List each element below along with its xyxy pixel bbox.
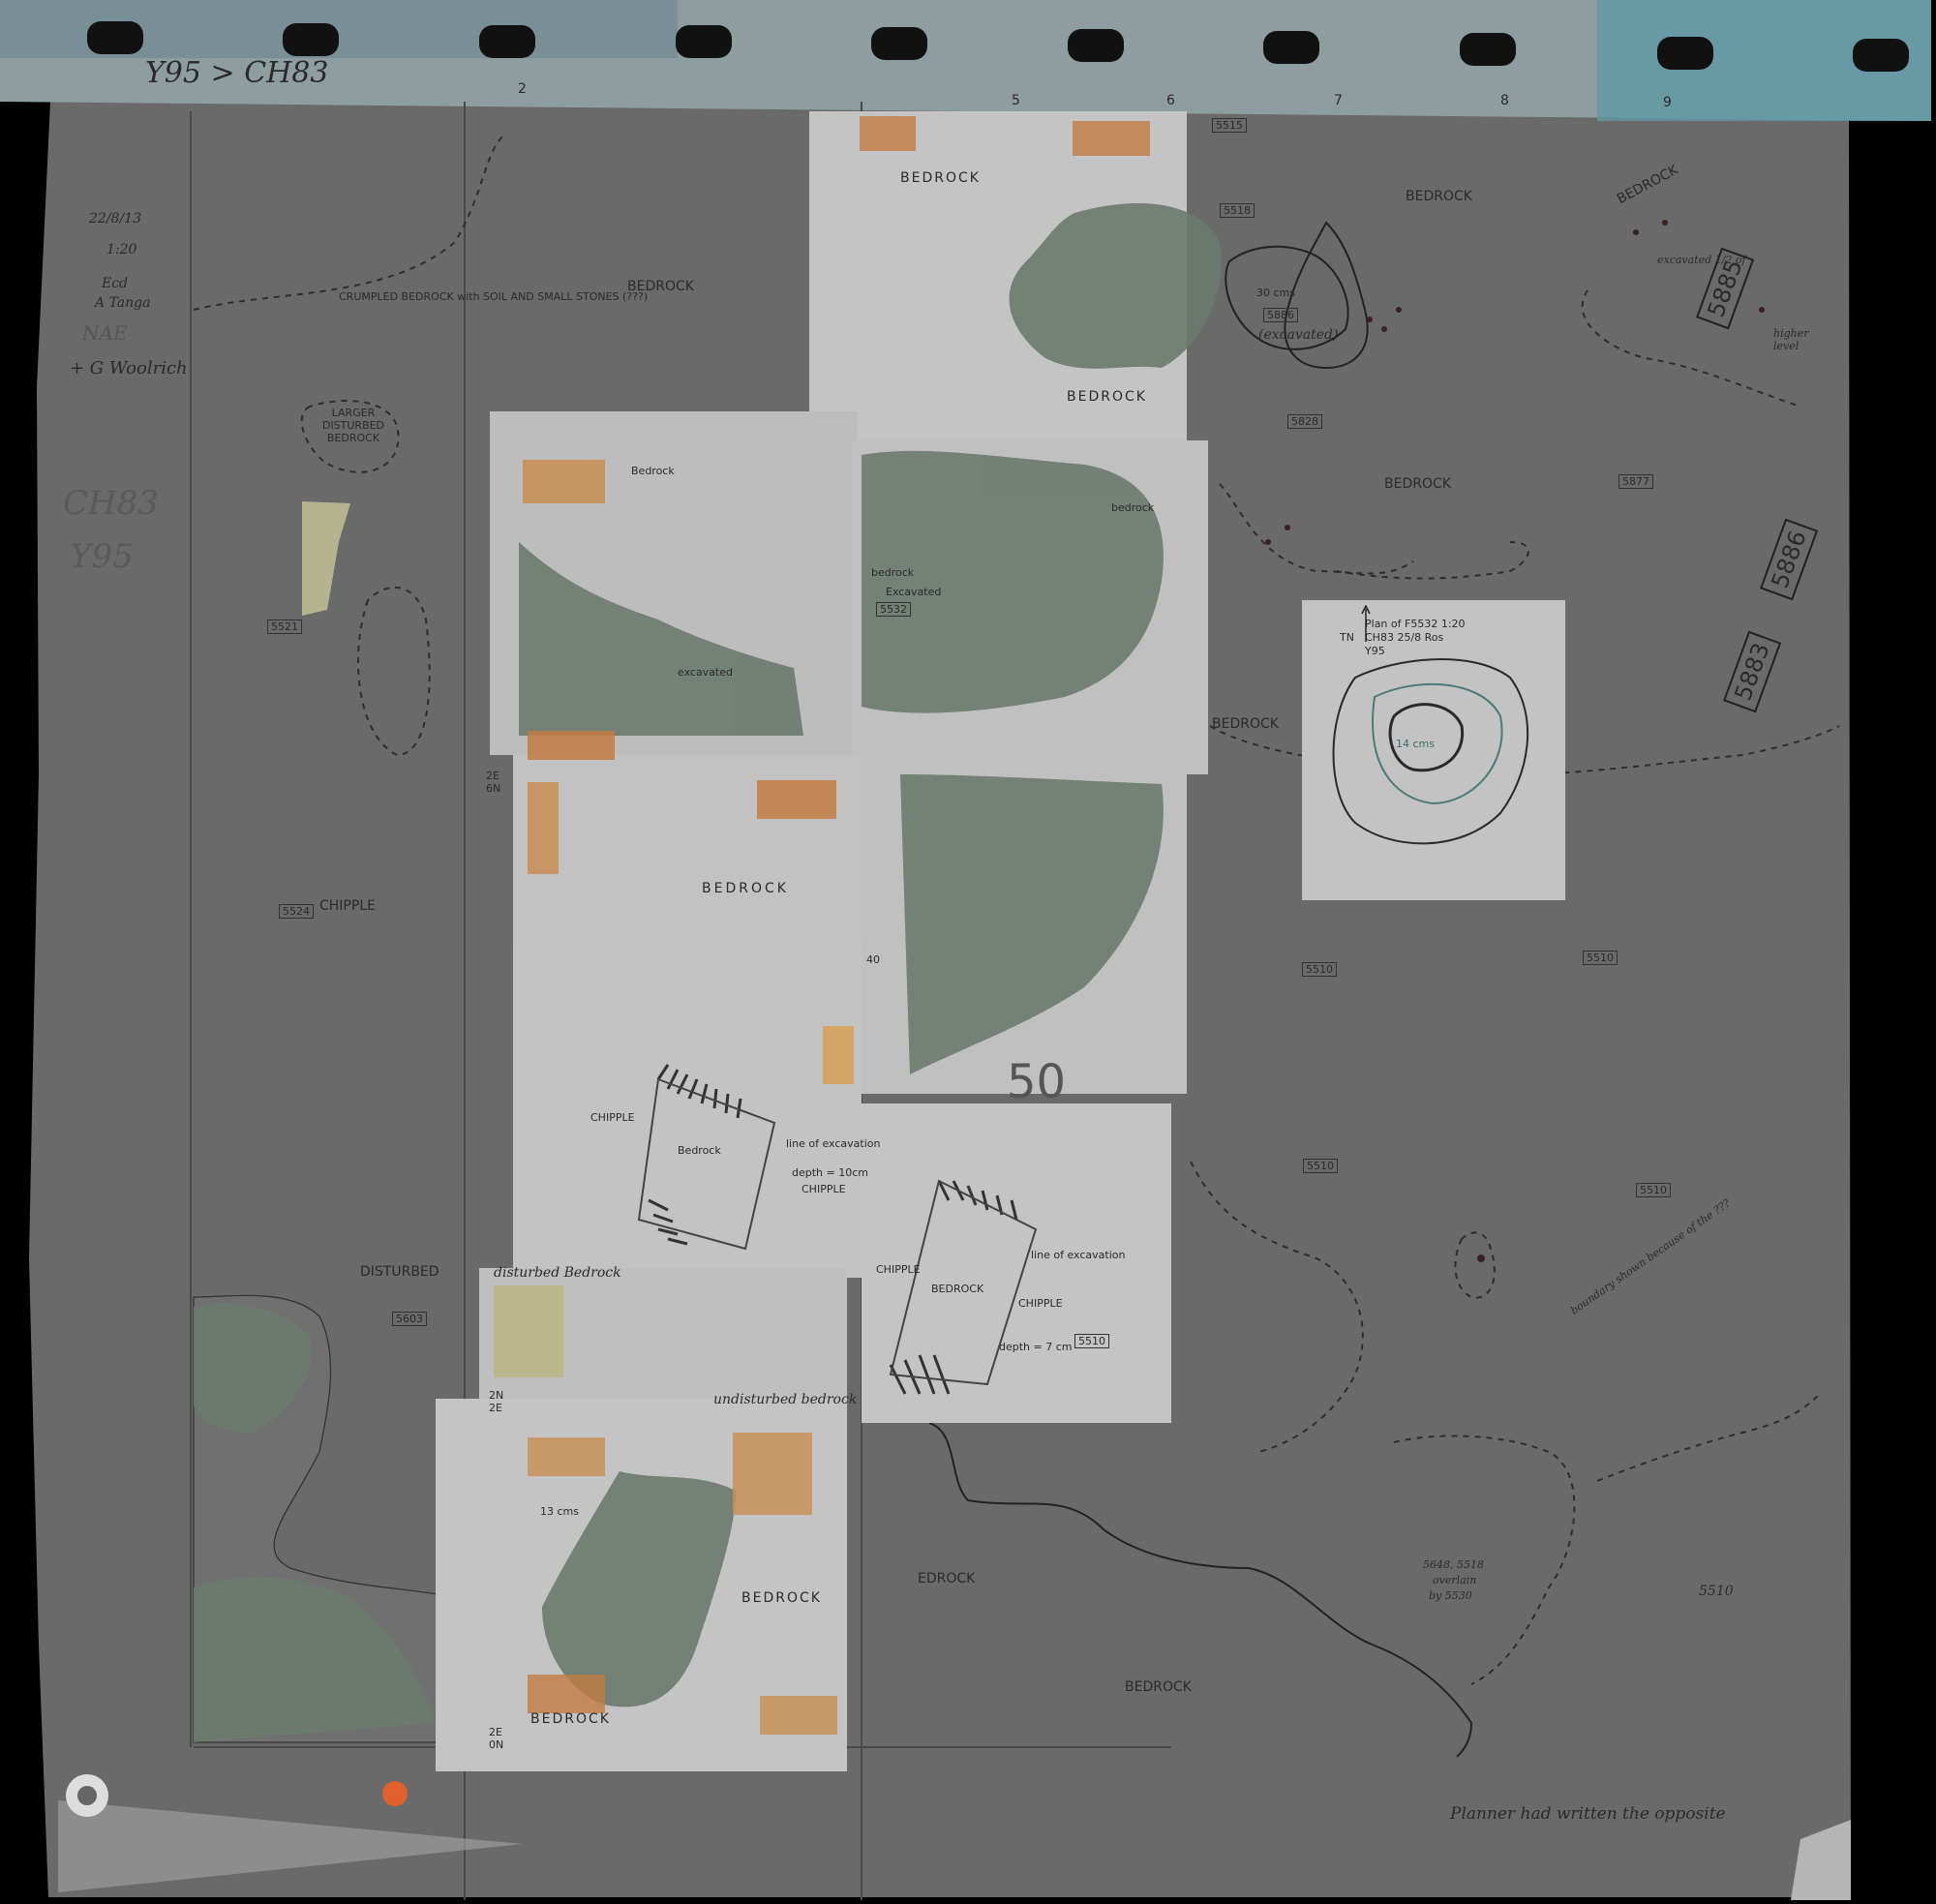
grid-reference: 2E 6N xyxy=(486,770,501,795)
crumpled-note: CRUMPLED BEDROCK with SOIL AND SMALL STO… xyxy=(339,290,649,303)
bedrock-label: bedrock xyxy=(1111,501,1155,514)
bedrock-label: BEDROCK xyxy=(900,170,981,186)
context-number: 5515 xyxy=(1212,118,1247,133)
sheet-scale: 1:20 xyxy=(106,242,137,257)
number-label: 50 xyxy=(1007,1055,1067,1109)
bedrock-label: BEDROCK xyxy=(1406,189,1472,204)
drawn-by: NAE xyxy=(82,321,128,345)
context-number: 5510 xyxy=(1302,962,1337,977)
context-number: 5828 xyxy=(1287,414,1322,429)
context-number: 5510 xyxy=(1583,951,1618,965)
inset-depth: 14 cms xyxy=(1396,738,1435,750)
context-number: 5524 xyxy=(279,904,314,919)
bedrock-label: BEDROCK xyxy=(1212,716,1279,732)
depth-label: 13 cms xyxy=(540,1505,579,1518)
drawn-by: + G Woolrich xyxy=(70,358,188,378)
overlain-note: by 5530 xyxy=(1429,1589,1472,1602)
bedrock-label: BEDROCK xyxy=(741,1590,822,1606)
excavation-line-label: line of excavation xyxy=(786,1137,881,1150)
grid-number: 6 xyxy=(1166,93,1175,108)
inset-subtitle: CH83 25/8 Ros xyxy=(1365,631,1444,644)
grid-reference: 2E 0N xyxy=(489,1726,504,1751)
grid-number: 9 xyxy=(1663,95,1672,110)
excavated-label: (excavated) xyxy=(1258,327,1339,343)
excavation-line-label: line of excavation xyxy=(1031,1249,1126,1261)
north-arrow-label: TN xyxy=(1340,631,1354,644)
context-number: 5886 xyxy=(1263,308,1298,322)
excavated-label: excavated xyxy=(678,666,733,679)
sheet-date: 22/8/13 xyxy=(89,211,141,227)
north-arrow-icon xyxy=(1361,605,1371,642)
bedrock-label: BEDROCK xyxy=(530,1711,611,1727)
grid-number: 5 xyxy=(1012,93,1020,108)
context-number: 5532 xyxy=(876,602,911,617)
bedrock-label: Bedrock xyxy=(678,1144,721,1157)
depth-label: 30 cms xyxy=(1256,287,1295,299)
strip-label: Y95 > CH83 xyxy=(145,56,329,90)
higher-level-note: higher level xyxy=(1773,327,1809,352)
bedrock-label: BEDROCK xyxy=(1384,476,1451,492)
chipple-label: CHIPPLE xyxy=(802,1183,846,1195)
undisturbed-bedrock-label: undisturbed bedrock xyxy=(713,1392,858,1407)
drawn-by: A Tanga xyxy=(95,295,151,311)
site-plan-drawing xyxy=(0,0,1936,1900)
excavated-label: Excavated xyxy=(886,586,942,598)
inset-grid: Y95 xyxy=(1365,645,1385,657)
depth-label: depth = 7 cm xyxy=(999,1341,1073,1353)
context-number: 5510 xyxy=(1699,1584,1734,1599)
chipple-label: CHIPPLE xyxy=(590,1111,635,1124)
depth-label: depth = 10cm xyxy=(792,1166,868,1179)
context-number: 5510 xyxy=(1303,1159,1338,1173)
grid-number: 2 xyxy=(518,81,527,97)
grid-number: 8 xyxy=(1500,93,1509,108)
bedrock-label: BEDROCK xyxy=(931,1283,984,1295)
bedrock-label: BEDROCK xyxy=(627,279,694,294)
grid-number: 7 xyxy=(1334,93,1343,108)
depth-label: 40 xyxy=(866,953,880,966)
bedrock-label: BEDROCK xyxy=(1067,389,1147,405)
bedrock-label: BEDROCK xyxy=(702,881,789,896)
overlain-note: overlain xyxy=(1433,1574,1477,1587)
grid-code: Y95 xyxy=(70,537,134,576)
disturbed-label: DISTURBED xyxy=(360,1264,439,1280)
grid-reference: 2N 2E xyxy=(489,1389,504,1414)
context-number: 5877 xyxy=(1618,474,1653,489)
bedrock-label: bedrock xyxy=(871,566,915,579)
bedrock-label: BEDROCK xyxy=(1125,1679,1192,1695)
context-number: 5510 xyxy=(1636,1183,1671,1197)
inset-title: Plan of F5532 1:20 xyxy=(1365,618,1466,630)
larger-disturbed-note: LARGER DISTURBED BEDROCK xyxy=(321,407,385,444)
disturbed-bedrock-label: disturbed Bedrock xyxy=(494,1265,621,1281)
context-number: 5518 xyxy=(1220,203,1255,218)
site-code: CH83 xyxy=(63,484,159,523)
planner-note: Planner had written the opposite xyxy=(1450,1804,1726,1824)
drawn-by: Ecd xyxy=(102,276,129,291)
bedrock-label: EDROCK xyxy=(918,1571,976,1587)
chipple-label: CHIPPLE xyxy=(319,898,376,914)
context-number: 5603 xyxy=(392,1312,427,1326)
overlain-note: 5648, 5518 xyxy=(1423,1558,1484,1571)
orange-sticker xyxy=(382,1781,408,1806)
site-plan-sheet: Y95 > CH83 2 5 6 7 8 9 22/8/13 1:20 Ecd … xyxy=(0,0,1936,1900)
context-number: 5521 xyxy=(267,620,302,634)
chipple-label: CHIPPLE xyxy=(876,1263,921,1276)
context-number: 5510 xyxy=(1074,1334,1109,1348)
bedrock-label: Bedrock xyxy=(631,465,675,477)
chipple-label: CHIPPLE xyxy=(1018,1297,1063,1310)
